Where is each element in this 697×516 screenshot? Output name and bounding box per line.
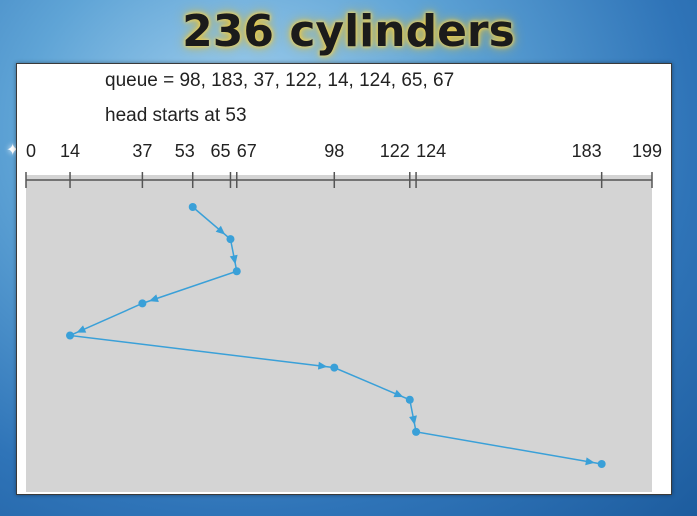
request-point [188,203,197,211]
request-point [138,299,147,308]
axis-tick-label: 124 [416,141,446,161]
diagram-panel: queue = 98, 183, 37, 122, 14, 124, 65, 6… [16,63,672,495]
axis-tick-label: 65 [210,141,230,161]
seek-diagram: queue = 98, 183, 37, 122, 14, 124, 65, 6… [25,70,662,492]
request-point [66,331,75,340]
axis-tick-label: 122 [380,141,410,161]
axis-tick-label: 98 [324,141,344,161]
slide-title: 236 cylinders [182,6,515,57]
axis-tick-label: 183 [572,141,602,161]
axis-tick-label: 199 [632,141,662,161]
axis-tick-label: 53 [175,141,195,161]
queue-label: queue = 98, 183, 37, 122, 14, 124, 65, 6… [105,70,454,91]
request-point [405,395,414,404]
head-start-label: head starts at 53 [105,105,247,126]
axis-tick-label: 0 [26,141,36,161]
axis-tick-label: 67 [237,141,257,161]
request-point [330,363,339,372]
request-point [226,235,235,244]
axis-tick-label: 37 [132,141,152,161]
plot-area [26,175,652,492]
request-point [597,460,606,468]
axis-tick-label: 14 [60,141,80,161]
request-point [412,427,421,436]
request-point [232,267,241,276]
